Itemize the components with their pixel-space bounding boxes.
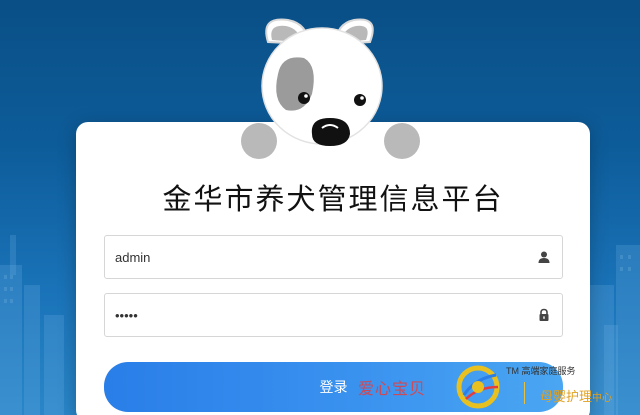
watermark-right-suffix: 中心 [592,393,613,404]
username-field[interactable] [104,235,563,279]
password-field[interactable] [104,293,563,337]
lock-icon [526,294,562,336]
username-input[interactable] [105,236,526,278]
watermark-right-main: 母婴护理 [540,390,593,405]
password-input[interactable] [105,294,526,336]
dog-mascot-icon [241,18,420,159]
user-icon [526,236,562,278]
watermark-left-text: 爱心宝贝 [358,379,427,398]
login-button-label: 登录 [319,380,348,396]
watermark-right-text: 母婴护理中心 [540,386,612,405]
watermark-tm-text: TM 高端家庭服务 [506,366,576,376]
watermark-logo-icon [456,365,500,409]
watermark-divider [524,382,525,404]
page-title: 金华市养犬管理信息平台 [162,182,504,216]
